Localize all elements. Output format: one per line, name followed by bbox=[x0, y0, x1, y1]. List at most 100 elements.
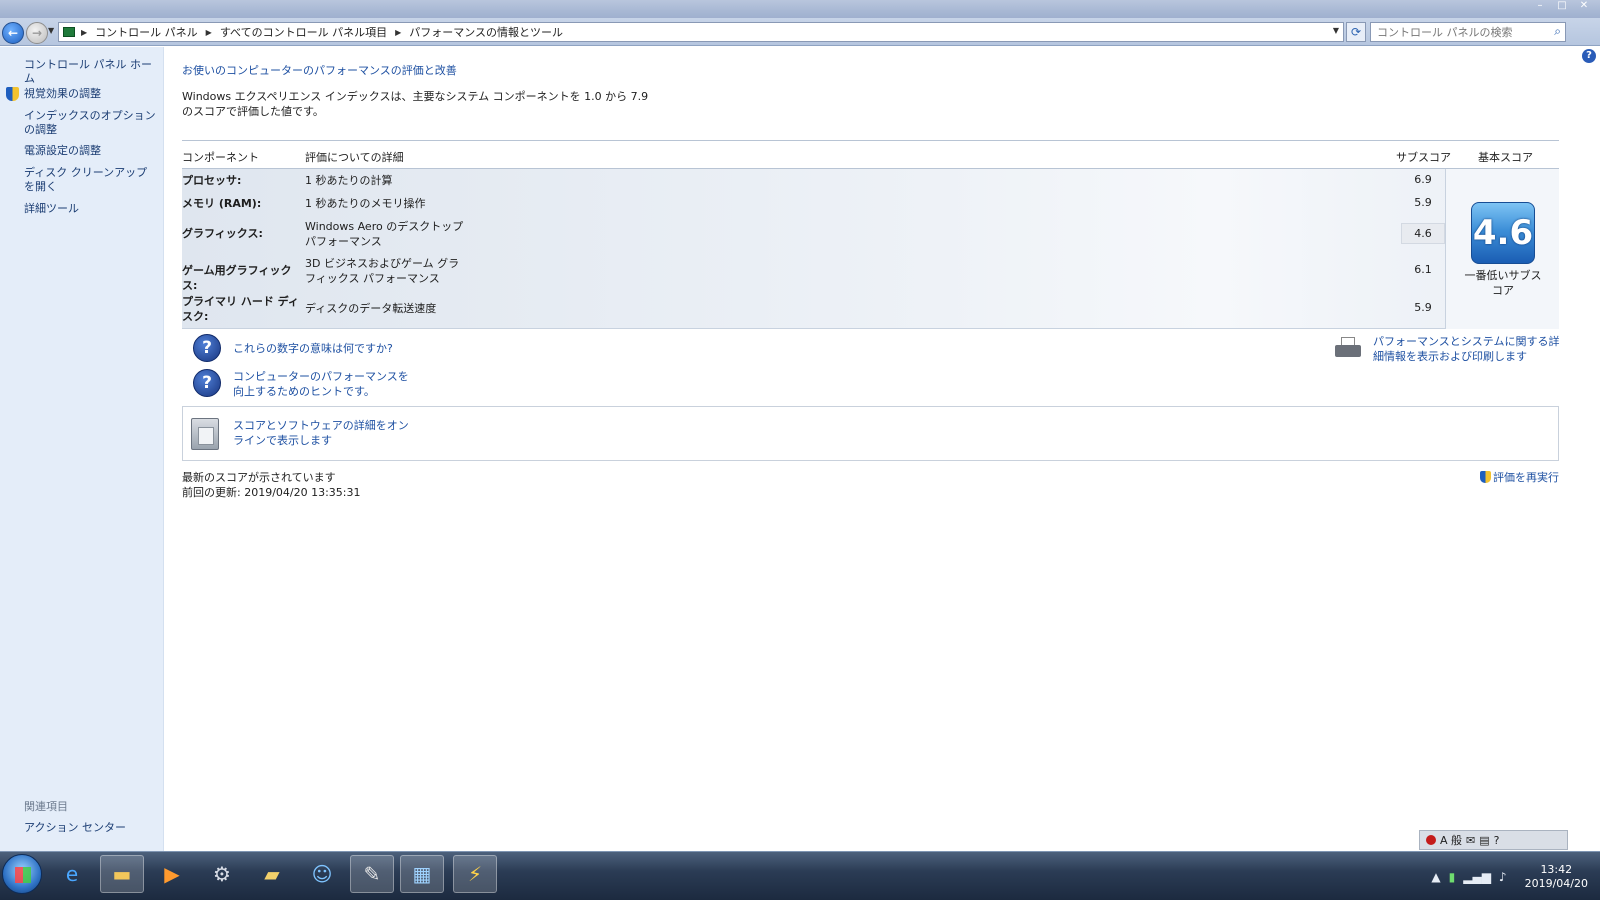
control-panel-taskbar-icon[interactable]: ▦ bbox=[400, 855, 444, 893]
subscore-value: 5.9 bbox=[1414, 196, 1432, 209]
control-panel-icon bbox=[63, 27, 75, 37]
table-row: プロセッサ: 1 秒あたりの計算 6.9 bbox=[182, 173, 1445, 195]
header-details: 評価についての詳細 bbox=[305, 151, 404, 164]
component-label: プライマリ ハード ディスク: bbox=[182, 295, 299, 323]
search-icon[interactable]: ⌕ bbox=[1554, 24, 1561, 39]
meaning-link[interactable]: これらの数字の意味は何ですか? bbox=[233, 341, 533, 356]
close-button[interactable]: ✕ bbox=[1574, 0, 1594, 14]
component-details: 1 秒あたりの計算 bbox=[305, 174, 393, 187]
help-question-icon: ? bbox=[193, 369, 221, 397]
rerun-label: 評価を再実行 bbox=[1493, 471, 1559, 484]
table-row: グラフィックス: Windows Aero のデスクトップ パフォーマンス 4.… bbox=[182, 219, 1445, 251]
table-body: プロセッサ: 1 秒あたりの計算 6.9 メモリ (RAM): 1 秒あたりのメ… bbox=[182, 169, 1559, 329]
clock-time: 13:42 bbox=[1540, 862, 1573, 876]
language-bar: A 般 ✉ ▤ ? bbox=[1419, 830, 1568, 850]
chevron-right-icon[interactable]: ▶ bbox=[395, 28, 401, 37]
media-player-icon[interactable]: ▶ bbox=[150, 855, 194, 893]
sidebar-item-visual-effects[interactable]: 視覚効果の調整 bbox=[24, 87, 156, 101]
chevron-right-icon[interactable]: ▶ bbox=[81, 28, 87, 37]
internet-explorer-icon[interactable]: e bbox=[50, 855, 94, 893]
sidebar-item-power-settings[interactable]: 電源設定の調整 bbox=[24, 144, 156, 158]
page-title: お使いのコンピューターのパフォーマンスの評価と改善 bbox=[182, 64, 457, 77]
help-icon[interactable]: ? bbox=[1582, 49, 1596, 63]
folder-icon[interactable]: ▰ bbox=[250, 855, 294, 893]
sidebar-item-indexing-options[interactable]: インデックスのオプションの調整 bbox=[24, 109, 156, 137]
clock[interactable]: 13:42 2019/04/20 bbox=[1525, 863, 1588, 891]
network-tool-icon[interactable]: ⚙ bbox=[200, 855, 244, 893]
component-details: Windows Aero のデスクトップ パフォーマンス bbox=[305, 220, 464, 248]
base-score-panel: 4.6 一番低いサブスコア bbox=[1445, 169, 1559, 329]
messenger-icon[interactable]: ⚡ bbox=[453, 855, 497, 893]
table-row: メモリ (RAM): 1 秒あたりのメモリ操作 5.9 bbox=[182, 196, 1445, 218]
sidebar: コントロール パネル ホーム 視覚効果の調整 インデックスのオプションの調整 電… bbox=[0, 47, 164, 851]
ime-tools-icon[interactable]: ✉ bbox=[1466, 834, 1475, 847]
component-label: ゲーム用グラフィックス: bbox=[182, 264, 292, 292]
file-explorer-icon[interactable]: ▬ bbox=[100, 855, 144, 893]
intro-text: Windows エクスペリエンス インデックスは、主要なシステム コンポーネント… bbox=[182, 90, 649, 118]
score-table: コンポーネント 評価についての詳細 サブスコア 基本スコア プロセッサ: 1 秒… bbox=[182, 140, 1559, 329]
uac-shield-icon bbox=[6, 87, 19, 101]
title-bar: – □ ✕ bbox=[0, 0, 1600, 18]
table-header: コンポーネント 評価についての詳細 サブスコア 基本スコア bbox=[182, 141, 1559, 169]
clock-date: 2019/04/20 bbox=[1524, 876, 1588, 890]
chevron-right-icon[interactable]: ▶ bbox=[206, 28, 212, 37]
component-label: プロセッサ: bbox=[182, 174, 242, 187]
back-button[interactable]: ← bbox=[2, 22, 24, 44]
volume-icon[interactable]: ♪ bbox=[1499, 870, 1507, 884]
network-icon[interactable]: ▂▄▆ bbox=[1463, 870, 1491, 884]
breadcrumb-all-items[interactable]: すべてのコントロール パネル項目 bbox=[220, 24, 387, 40]
sidebar-home-link[interactable]: コントロール パネル ホーム bbox=[24, 58, 156, 86]
help-question-icon: ? bbox=[193, 334, 221, 362]
main-content: ? お使いのコンピューターのパフォーマンスの評価と改善 Windows エクスペ… bbox=[165, 47, 1600, 851]
related-heading: 関連項目 bbox=[24, 800, 68, 813]
component-details: ディスクのデータ転送速度 bbox=[305, 302, 437, 315]
minimize-button[interactable]: – bbox=[1530, 0, 1550, 14]
address-dropdown[interactable]: ▼ bbox=[1333, 26, 1339, 35]
ime-mode[interactable]: A 般 bbox=[1440, 832, 1462, 848]
refresh-icon: ⟳ bbox=[1350, 25, 1362, 39]
table-row: ゲーム用グラフィックス: 3D ビジネスおよびゲーム グラフィックス パフォーマ… bbox=[182, 256, 1445, 292]
header-basescore: 基本スコア bbox=[1478, 151, 1533, 164]
sidebar-item-disk-cleanup[interactable]: ディスク クリーンアップを開く bbox=[24, 166, 156, 194]
score-status: 最新のスコアが示されています bbox=[182, 471, 336, 484]
breadcrumb-control-panel[interactable]: コントロール パネル bbox=[95, 24, 198, 40]
forward-button[interactable]: → bbox=[26, 22, 48, 44]
online-details-box: スコアとソフトウェアの詳細をオンラインで表示します bbox=[182, 406, 1559, 461]
subscore-value: 6.1 bbox=[1414, 263, 1432, 276]
start-button[interactable] bbox=[2, 854, 42, 894]
performance-tips-link[interactable]: コンピューターのパフォーマンスを向上するためのヒントです。 bbox=[233, 369, 417, 399]
table-row: プライマリ ハード ディスク: ディスクのデータ転送速度 5.9 bbox=[182, 294, 1445, 326]
subscore-value: 6.9 bbox=[1414, 173, 1432, 186]
users-icon[interactable]: ☺ bbox=[300, 855, 344, 893]
last-update: 前回の更新: 2019/04/20 13:35:31 bbox=[182, 486, 361, 499]
arrow-left-icon: ← bbox=[7, 26, 19, 40]
notepad-icon[interactable]: ✎ bbox=[350, 855, 394, 893]
software-box-icon bbox=[191, 418, 219, 450]
window-controls: – □ ✕ bbox=[1530, 0, 1594, 14]
ime-icon[interactable] bbox=[1426, 835, 1436, 845]
action-center-link[interactable]: アクション センター bbox=[24, 819, 126, 835]
uac-shield-icon bbox=[1480, 471, 1491, 483]
sidebar-item-advanced-tools[interactable]: 詳細ツール bbox=[24, 202, 156, 216]
component-label: グラフィックス: bbox=[182, 227, 263, 240]
arrow-right-icon: → bbox=[31, 26, 43, 40]
search-input[interactable]: コントロール パネルの検索 ⌕ bbox=[1370, 22, 1566, 42]
refresh-button[interactable]: ⟳ bbox=[1346, 22, 1366, 42]
component-details: 1 秒あたりのメモリ操作 bbox=[305, 197, 426, 210]
battery-icon[interactable]: ▮ bbox=[1449, 870, 1456, 884]
base-score-caption: 一番低いサブスコア bbox=[1464, 269, 1542, 297]
show-hidden-icons[interactable]: ▲ bbox=[1431, 870, 1440, 884]
subscore-value: 5.9 bbox=[1414, 301, 1432, 314]
online-details-link[interactable]: スコアとソフトウェアの詳細をオンラインで表示します bbox=[233, 418, 417, 448]
ime-pad-icon[interactable]: ▤ bbox=[1479, 834, 1489, 847]
breadcrumb-performance[interactable]: パフォーマンスの情報とツール bbox=[409, 24, 563, 40]
maximize-button[interactable]: □ bbox=[1552, 0, 1572, 14]
print-details-link[interactable]: パフォーマンスとシステムに関する詳細情報を表示および印刷します bbox=[1373, 334, 1563, 364]
taskbar: e ▬ ▶ ⚙ ▰ ☺ ✎ ▦ ⚡ ▲ ▮ ▂▄▆ ♪ 13:42 2019/0… bbox=[0, 851, 1600, 900]
address-bar[interactable]: ▶ コントロール パネル ▶ すべてのコントロール パネル項目 ▶ パフォーマン… bbox=[58, 22, 1344, 42]
rerun-assessment-link[interactable]: 評価を再実行 bbox=[1480, 469, 1559, 485]
system-tray: ▲ ▮ ▂▄▆ ♪ 13:42 2019/04/20 bbox=[1431, 852, 1600, 900]
component-details: 3D ビジネスおよびゲーム グラフィックス パフォーマンス bbox=[305, 257, 460, 285]
ime-help-icon[interactable]: ? bbox=[1494, 834, 1500, 847]
recent-pages-dropdown[interactable]: ▼ bbox=[48, 26, 54, 35]
